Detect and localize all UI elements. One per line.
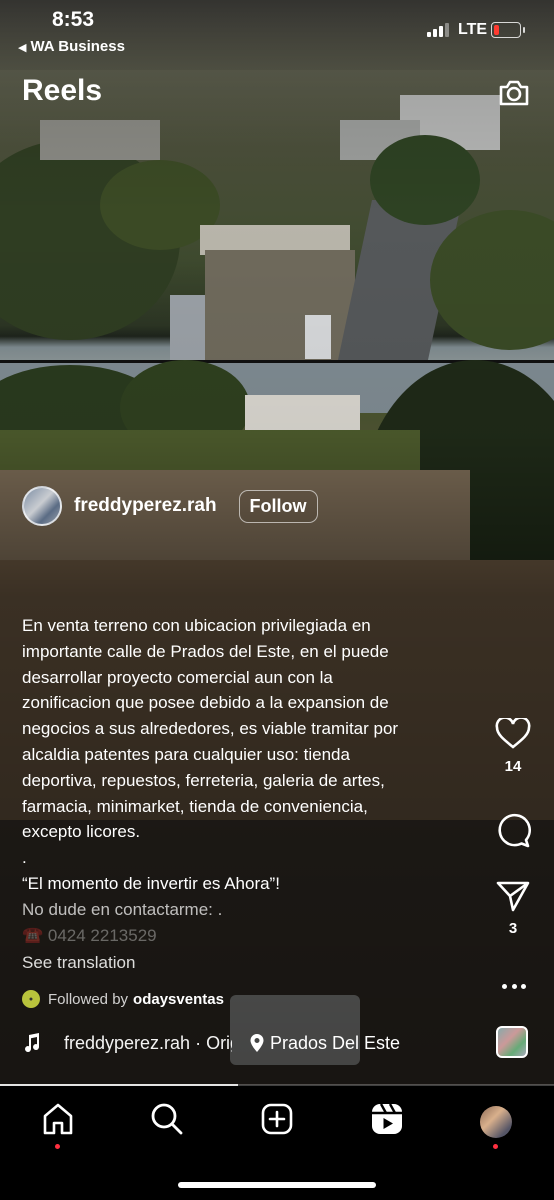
notification-dot [55,1144,60,1149]
location-label[interactable]: Prados Del Este [270,1033,400,1054]
location-pin-icon [250,1034,264,1052]
reel-caption[interactable]: En venta terreno con ubicacion privilegi… [22,613,462,943]
camera-icon[interactable] [497,76,531,110]
like-count: 14 [504,758,522,775]
nav-create[interactable] [257,1102,297,1142]
caption-contact: No dude en contactarme: . [22,899,223,919]
followed-by-prefix: Followed by [48,990,129,1008]
author-avatar[interactable] [22,486,62,526]
followed-by-user[interactable]: odaysventas [133,991,224,1008]
home-indicator [178,1182,376,1188]
share-button[interactable]: 3 [493,880,533,937]
battery-icon [491,22,525,38]
send-paper-plane-icon [496,881,530,912]
back-to-app-button[interactable]: ◀ WA Business [18,38,125,55]
caption-line: zonificacion que posee debido a la expan… [22,693,389,713]
caption-line: excepto licores. [22,822,141,842]
caption-dot: . [22,848,27,868]
more-options-icon[interactable] [502,984,526,990]
author-username[interactable]: freddyperez.rah [74,495,217,517]
caption-line: desarrollar proyecto comercial aun con l… [22,667,333,687]
followed-by: ● Followed by odaysventas [22,990,224,1008]
page-title: Reels [22,74,103,107]
status-bar: 8:53 ◀ WA Business LTE [0,0,554,60]
audio-row: freddyperez.rah · Original audio Prados … [22,1032,400,1054]
profile-avatar [480,1106,512,1138]
share-count: 3 [508,920,518,937]
caption-line: alcaldia patentes para cualquier uso: ti… [22,744,350,764]
comment-bubble-icon [498,813,531,848]
back-app-label: WA Business [30,38,125,55]
notification-dot [493,1144,498,1149]
caption-line: importante calle de Prados del Este, en … [22,641,389,661]
caption-quote: “El momento de invertir es Ahora”! [22,873,280,893]
like-button[interactable]: 14 [493,718,533,775]
caption-line: deportiva, repuestos, ferreteria, galeri… [22,770,385,790]
author-row: freddyperez.rah Follow [22,486,318,526]
create-plus-icon [261,1103,293,1135]
nav-home[interactable] [38,1102,78,1142]
caption-phone: ☎️ 0424 2213529 [22,925,157,943]
music-note-icon [25,1033,40,1053]
audio-album-thumbnail[interactable] [496,1026,528,1058]
follow-button[interactable]: Follow [238,489,318,523]
network-type: LTE [458,21,488,38]
caption-line: farmacia, minimarket, tienda de convenie… [22,796,368,816]
nav-profile[interactable] [476,1102,516,1142]
search-icon [151,1103,183,1135]
follower-avatar: ● [22,990,40,1008]
comment-button[interactable] [493,813,533,849]
back-arrow-icon: ◀ [18,42,27,54]
status-time: 8:53 [52,8,95,31]
audio-track[interactable]: freddyperez.rah · Original audio [64,1033,232,1054]
nav-search[interactable] [147,1102,187,1142]
caption-line: negocios a sus alrededores, es viable tr… [22,719,399,739]
home-icon [43,1103,73,1135]
see-translation-link[interactable]: See translation [22,953,135,973]
nav-reels[interactable] [367,1102,407,1142]
reels-icon [372,1103,402,1134]
caption-line: En venta terreno con ubicacion privilegi… [22,616,371,635]
cellular-signal-icon [427,23,449,37]
heart-icon [495,718,531,749]
